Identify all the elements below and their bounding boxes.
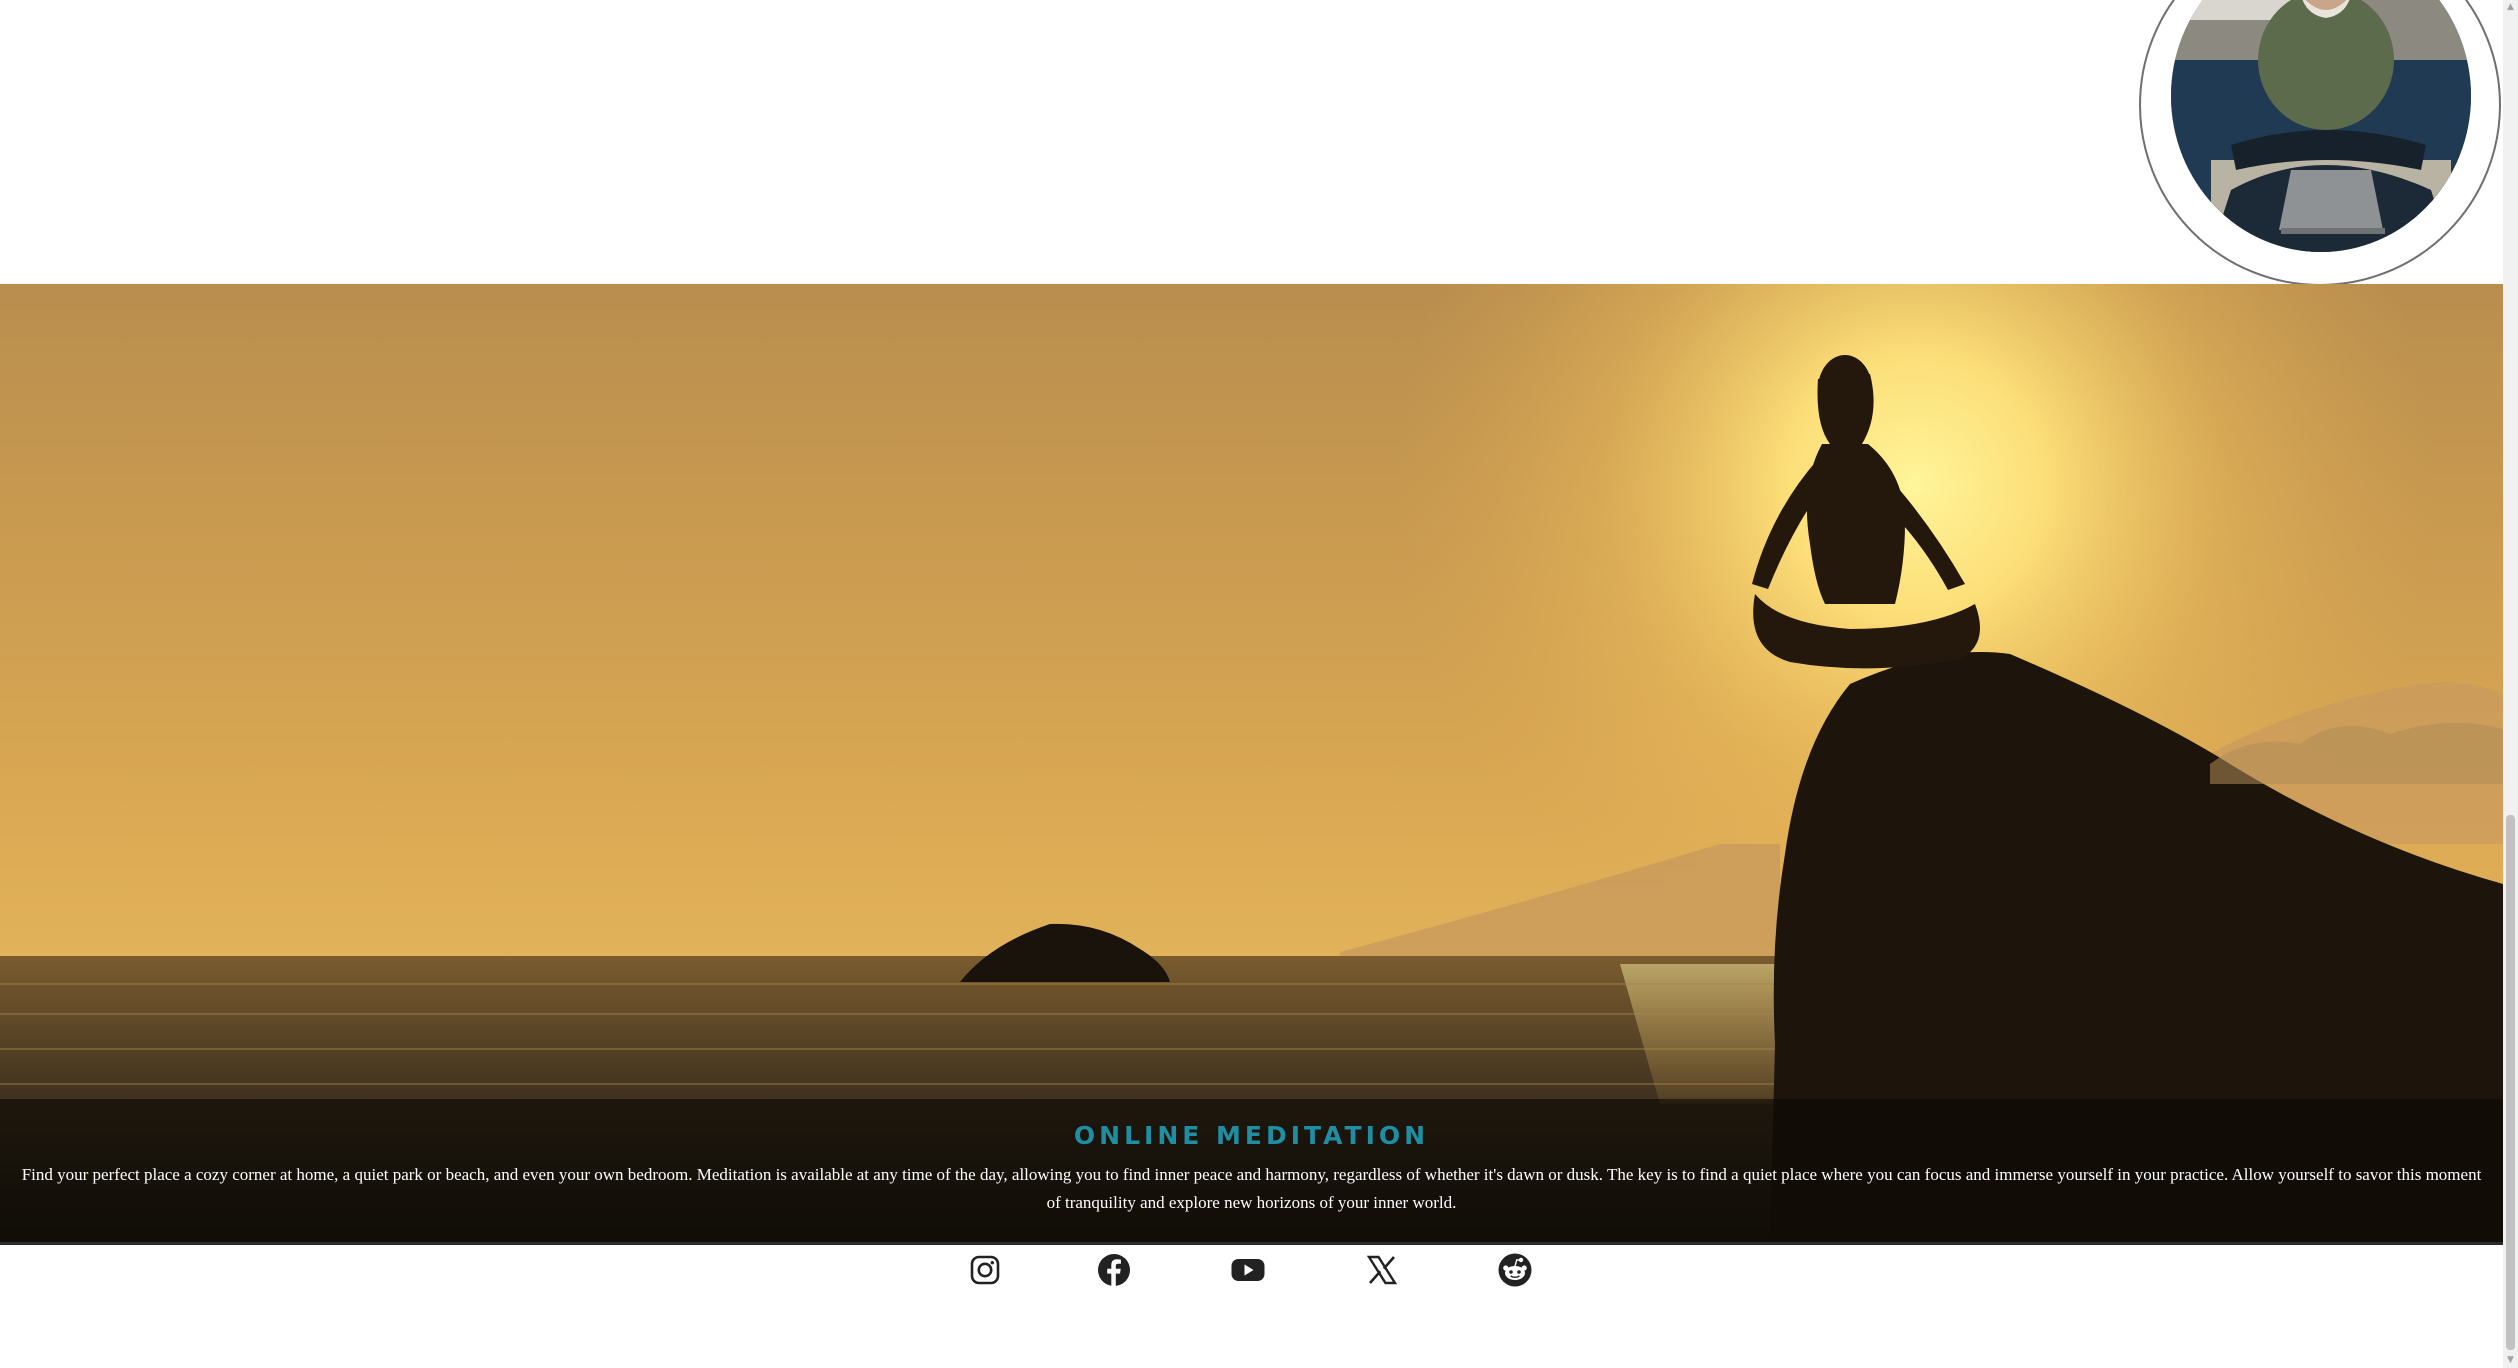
facebook-icon[interactable] (1096, 1252, 1132, 1288)
hero-banner: ONLINE MEDITATION Find your perfect plac… (0, 284, 2503, 1242)
scroll-down-arrow-icon[interactable]: ▼ (2503, 1353, 2518, 1368)
top-section (0, 0, 2503, 284)
youtube-icon[interactable] (1230, 1252, 1266, 1288)
hero-title: ONLINE MEDITATION (1073, 1121, 1430, 1150)
hero-caption: ONLINE MEDITATION Find your perfect plac… (0, 1099, 2503, 1242)
hero-description: Find your perfect place a cozy corner at… (21, 1165, 2482, 1212)
x-icon[interactable] (1364, 1252, 1400, 1288)
scroll-up-arrow-icon[interactable]: ▲ (2503, 0, 2518, 15)
reddit-icon[interactable] (1497, 1252, 1533, 1288)
instagram-icon[interactable] (967, 1252, 1003, 1288)
scrollbar-thumb[interactable] (2506, 815, 2515, 1350)
page-scrollbar[interactable]: ▲ ▼ (2503, 0, 2518, 1368)
